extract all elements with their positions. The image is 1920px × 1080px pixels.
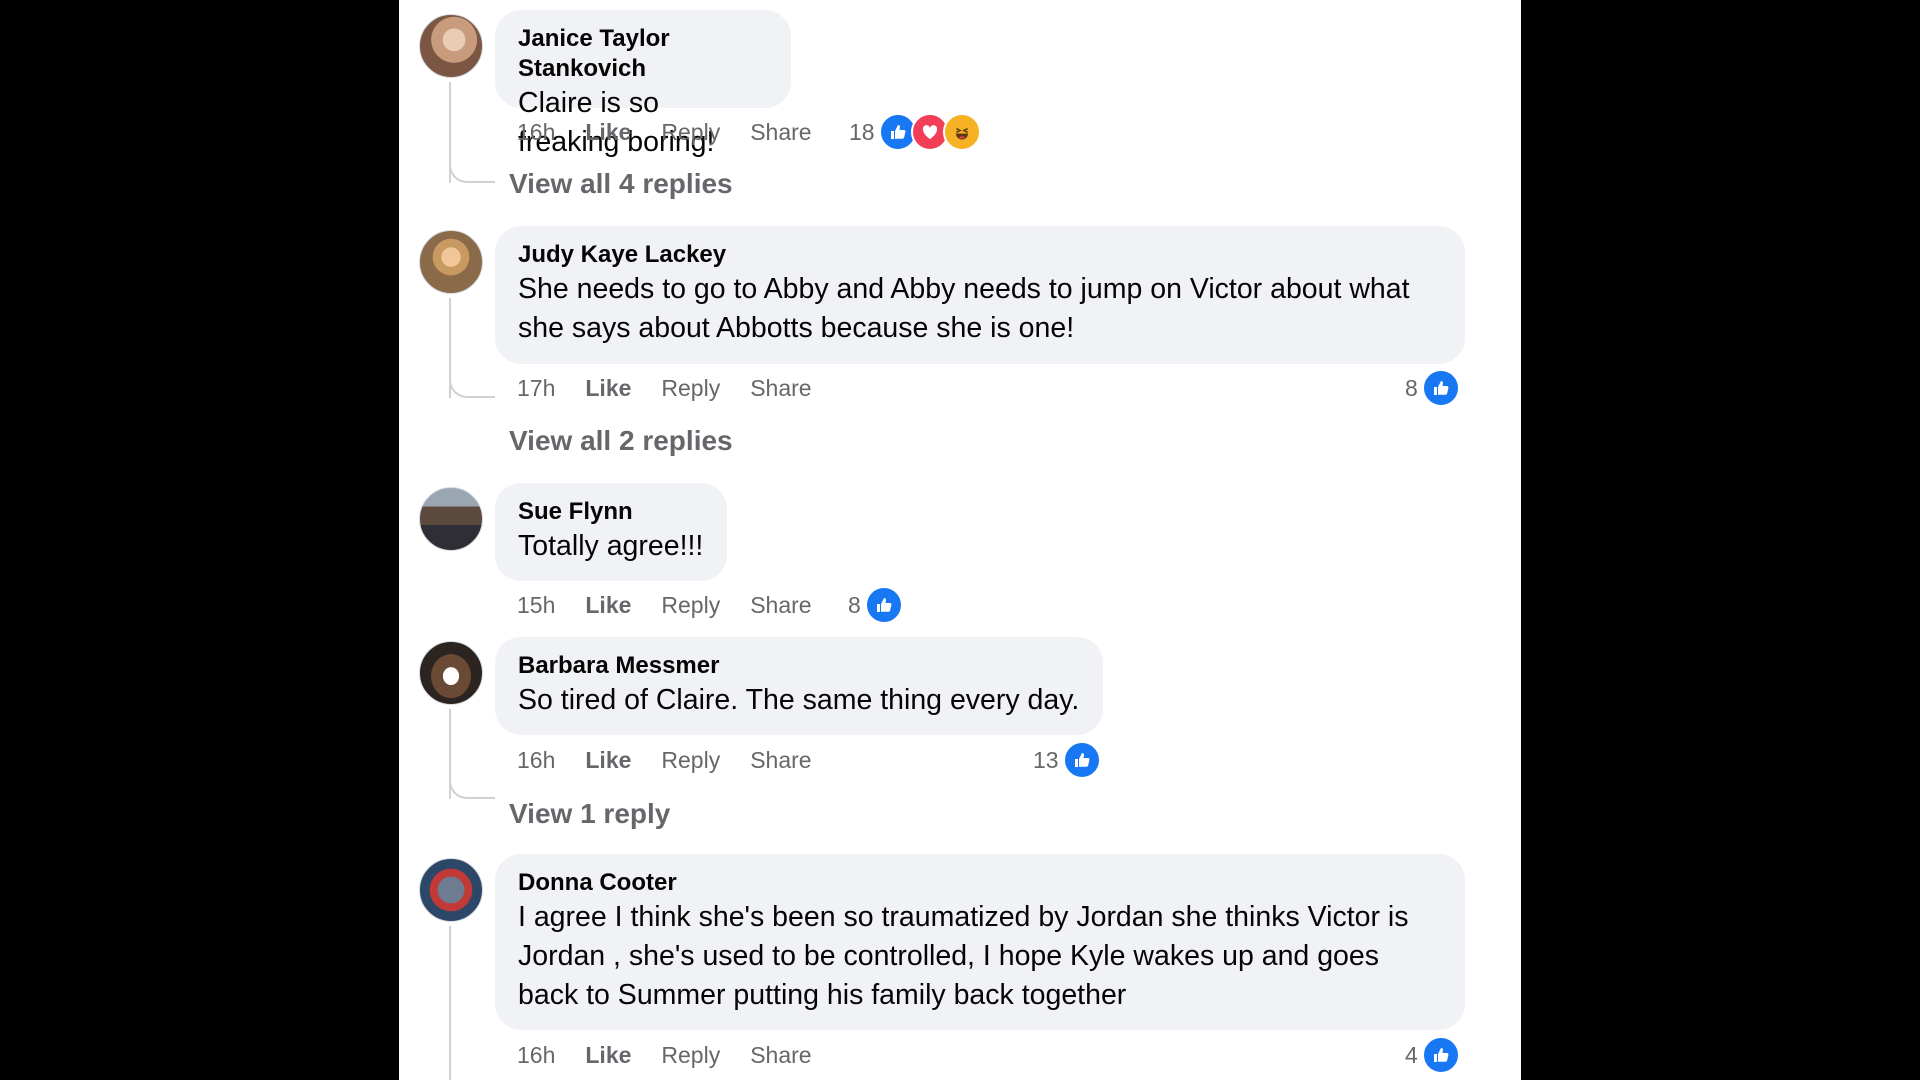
avatar[interactable]	[419, 858, 483, 922]
comment-bubble: Donna Cooter I agree I think she's been …	[495, 854, 1465, 1030]
reaction-summary[interactable]: 8	[1405, 369, 1460, 407]
reaction-count: 4	[1405, 1041, 1418, 1068]
view-replies-link[interactable]: View all 2 replies	[509, 424, 733, 458]
like-button[interactable]: Like	[585, 375, 631, 402]
comment-author[interactable]: Judy Kaye Lackey	[518, 240, 1442, 270]
comments-panel: Janice Taylor Stankovich Claire is so fr…	[399, 0, 1521, 1080]
thread-line	[449, 926, 451, 1080]
reaction-count: 13	[1033, 746, 1059, 773]
share-button[interactable]: Share	[750, 375, 811, 402]
comment-bubble: Judy Kaye Lackey She needs to go to Abby…	[495, 226, 1465, 364]
haha-icon	[942, 113, 981, 151]
avatar[interactable]	[419, 641, 483, 705]
comment-author[interactable]: Sue Flynn	[518, 497, 704, 527]
comment-actions: 16h Like Reply Share	[517, 743, 842, 777]
comment-text: Totally agree!!!	[518, 530, 704, 562]
reply-button[interactable]: Reply	[661, 592, 720, 619]
reaction-count: 8	[848, 591, 861, 618]
comment-bubble: Barbara Messmer So tired of Claire. The …	[495, 637, 1103, 735]
comment-text: I agree I think she's been so traumatize…	[518, 901, 1409, 1011]
comment-text: She needs to go to Abby and Abby needs t…	[518, 273, 1410, 344]
share-button[interactable]: Share	[750, 592, 811, 619]
comment-actions: 17h Like Reply Share	[517, 371, 842, 405]
like-icon	[1421, 369, 1460, 407]
comment-time[interactable]: 16h	[517, 119, 555, 146]
comment-author[interactable]: Barbara Messmer	[518, 651, 1080, 681]
comment-author[interactable]: Donna Cooter	[518, 868, 1442, 898]
reaction-summary[interactable]: 18	[849, 113, 981, 151]
share-button[interactable]: Share	[750, 747, 811, 774]
comment-time[interactable]: 17h	[517, 375, 555, 402]
comment-time[interactable]: 16h	[517, 1042, 555, 1069]
comment-bubble: Janice Taylor Stankovich Claire is so fr…	[495, 10, 791, 158]
comment-text: So tired of Claire. The same thing every…	[518, 684, 1080, 716]
reply-button[interactable]: Reply	[661, 747, 720, 774]
avatar[interactable]	[419, 230, 483, 294]
like-button[interactable]: Like	[585, 747, 631, 774]
reaction-count: 18	[849, 118, 875, 145]
reaction-summary[interactable]: 8	[848, 586, 903, 624]
comment-actions: 15h Like Reply Share	[517, 588, 842, 622]
like-button[interactable]: Like	[585, 592, 631, 619]
view-replies-link[interactable]: View 1 reply	[509, 797, 670, 831]
like-icon	[1062, 741, 1101, 779]
share-button[interactable]: Share	[750, 119, 811, 146]
avatar[interactable]	[419, 487, 483, 551]
like-button[interactable]: Like	[585, 119, 631, 146]
comment-author[interactable]: Janice Taylor Stankovich	[518, 24, 768, 84]
thread-connector	[449, 161, 495, 183]
reaction-summary[interactable]: 13	[1033, 741, 1101, 779]
comment-actions: 16h Like Reply Share	[517, 1038, 842, 1072]
comment-bubble: Sue Flynn Totally agree!!!	[495, 483, 727, 581]
reply-button[interactable]: Reply	[661, 1042, 720, 1069]
share-button[interactable]: Share	[750, 1042, 811, 1069]
reaction-count: 8	[1405, 374, 1418, 401]
reaction-summary[interactable]: 4	[1405, 1036, 1460, 1074]
like-icon	[864, 586, 903, 624]
avatar[interactable]	[419, 14, 483, 78]
like-button[interactable]: Like	[585, 1042, 631, 1069]
reply-button[interactable]: Reply	[661, 119, 720, 146]
comment-time[interactable]: 16h	[517, 747, 555, 774]
thread-connector	[449, 376, 495, 398]
like-icon	[1421, 1036, 1460, 1074]
comment-actions: 16h Like Reply Share	[517, 115, 842, 149]
comment-time[interactable]: 15h	[517, 592, 555, 619]
reply-button[interactable]: Reply	[661, 375, 720, 402]
view-replies-link[interactable]: View all 4 replies	[509, 167, 733, 201]
thread-connector	[449, 777, 495, 799]
